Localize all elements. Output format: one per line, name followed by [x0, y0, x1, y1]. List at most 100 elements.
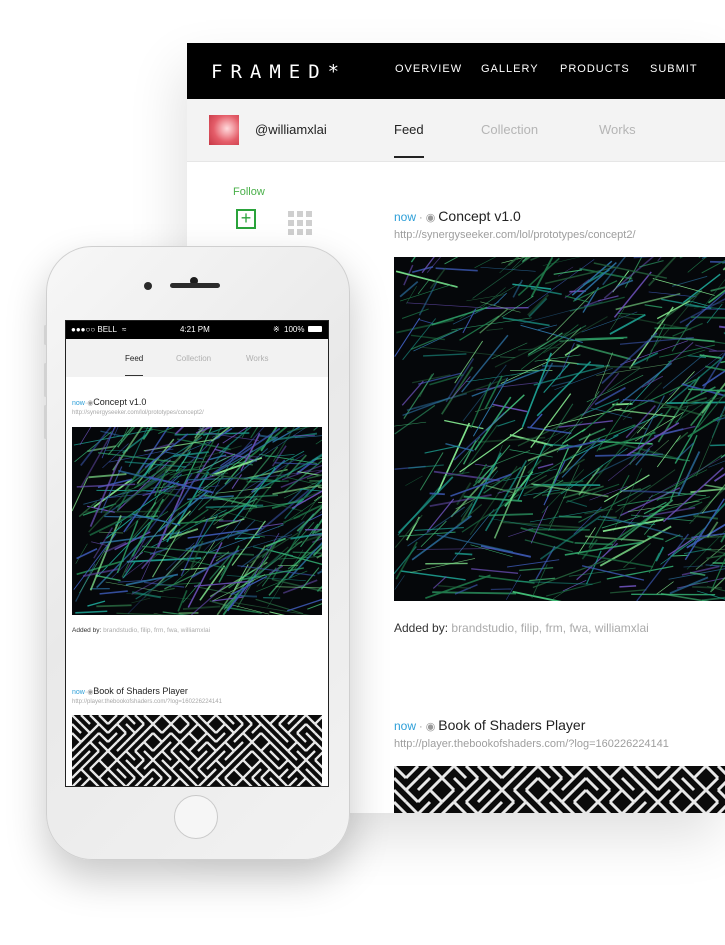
post-artwork-lines[interactable]	[394, 257, 725, 601]
post-url[interactable]: http://player.thebookofshaders.com/?log=…	[394, 738, 669, 750]
maze-segment	[644, 800, 660, 813]
maze-segment	[632, 800, 648, 813]
maze-segment	[98, 715, 109, 725]
artwork-stroke	[586, 374, 644, 403]
maze-segment	[251, 723, 262, 734]
tab-works[interactable]: Works	[599, 122, 636, 137]
nav-gallery[interactable]: GALLERY	[481, 63, 539, 75]
maze-segment	[584, 766, 600, 780]
maze-segment	[161, 732, 172, 743]
maze-segment	[440, 800, 456, 813]
earpiece-speaker	[170, 283, 220, 288]
tab-feed[interactable]: Feed	[125, 354, 143, 363]
maze-segment	[80, 715, 91, 725]
maze-segment	[125, 715, 136, 725]
tab-collection[interactable]: Collection	[481, 122, 538, 137]
maze-segment	[428, 800, 444, 813]
profile-handle[interactable]: @williamxlai	[255, 122, 327, 137]
maze-segment	[314, 751, 322, 761]
logo[interactable]: FRAMED*	[211, 61, 347, 83]
artwork-stroke	[571, 260, 613, 296]
artwork-stroke	[96, 604, 132, 608]
post-artwork-maze[interactable]	[394, 766, 725, 813]
artwork-stroke	[275, 586, 322, 589]
maze-segment	[116, 715, 127, 725]
tab-works[interactable]: Works	[246, 354, 269, 363]
avatar[interactable]	[209, 115, 239, 145]
maze-segment	[72, 723, 82, 734]
post-title[interactable]: Book of Shaders Player	[93, 686, 188, 696]
maze-segment	[80, 741, 91, 752]
maze-segment	[287, 759, 298, 770]
maze-segment	[242, 750, 253, 761]
artwork-stroke	[575, 552, 654, 568]
added-by-users[interactable]: brandstudio, filip, frm, fwa, williamxla…	[103, 627, 210, 634]
maze-segment	[188, 732, 199, 743]
maze-segment	[278, 715, 289, 725]
maze-segment	[233, 732, 244, 743]
plus-square-icon[interactable]: +	[236, 209, 256, 229]
maze-segment	[188, 723, 199, 734]
post-title[interactable]: Concept v1.0	[93, 397, 146, 407]
maze-segment	[314, 723, 322, 733]
grid-view-icon[interactable]	[288, 211, 312, 235]
maze-segment	[305, 732, 316, 743]
nav-products[interactable]: PRODUCTS	[560, 63, 630, 75]
post-artwork-maze[interactable]	[72, 715, 322, 787]
artwork-stroke	[142, 427, 153, 440]
post-title[interactable]: Concept v1.0	[438, 208, 521, 224]
maze-segment	[206, 768, 217, 779]
home-button[interactable]	[174, 795, 218, 839]
artwork-stroke	[713, 473, 725, 482]
maze-segment	[80, 723, 91, 734]
maze-segment	[584, 776, 600, 792]
artwork-stroke	[454, 552, 473, 556]
nav-submit[interactable]: SUBMIT	[650, 63, 698, 75]
maze-segment	[116, 732, 127, 743]
artwork-stroke	[646, 324, 666, 362]
artwork-stroke	[444, 419, 484, 430]
maze-segment	[476, 800, 492, 813]
maze-segment	[287, 768, 298, 779]
maze-segment	[644, 788, 660, 804]
maze-segment	[536, 766, 552, 780]
maze-segment	[305, 741, 316, 752]
maze-segment	[107, 768, 118, 779]
post-url[interactable]: http://synergyseeker.com/lol/prototypes/…	[72, 410, 204, 416]
nav-overview[interactable]: OVERVIEW	[395, 63, 462, 75]
maze-segment	[125, 750, 136, 761]
maze-segment	[161, 715, 172, 725]
post-url[interactable]: http://synergyseeker.com/lol/prototypes/…	[394, 229, 636, 241]
artwork-stroke	[543, 459, 566, 506]
artwork-stroke	[300, 567, 320, 590]
tab-collection[interactable]: Collection	[176, 354, 211, 363]
artwork-stroke	[485, 306, 529, 309]
maze-segment	[233, 768, 244, 779]
artwork-stroke	[619, 585, 637, 588]
post-artwork-lines[interactable]	[72, 427, 322, 615]
maze-segment	[584, 800, 600, 813]
maze-segment	[179, 777, 190, 786]
artwork-stroke	[313, 427, 319, 431]
profile-bar: @williamxlai Feed Collection Works	[187, 99, 725, 162]
mobile-tabs: Feed Collection Works	[66, 339, 328, 377]
maze-segment	[314, 768, 322, 778]
post-url[interactable]: http://player.thebookofshaders.com/?log=…	[72, 699, 222, 705]
maze-segment	[143, 741, 154, 752]
maze-segment	[242, 715, 253, 725]
tab-feed[interactable]: Feed	[394, 122, 424, 137]
artwork-stroke	[408, 464, 444, 469]
artwork-stroke	[151, 427, 160, 429]
artwork-stroke	[471, 568, 519, 574]
artwork-stroke	[418, 282, 438, 316]
maze-segment	[260, 723, 271, 734]
phone-screen: ●●●○○ BELL ≈ 4:21 PM ※ 100% Feed Collect…	[65, 320, 329, 787]
maze-segment	[572, 788, 588, 804]
maze-segment	[89, 723, 100, 734]
maze-segment	[512, 800, 528, 813]
added-by-users[interactable]: brandstudio, filip, frm, fwa, williamxla…	[451, 621, 648, 635]
maze-segment	[125, 741, 136, 752]
post-title[interactable]: Book of Shaders Player	[438, 717, 585, 733]
artwork-stroke	[486, 328, 504, 331]
artwork-stroke	[703, 278, 725, 308]
